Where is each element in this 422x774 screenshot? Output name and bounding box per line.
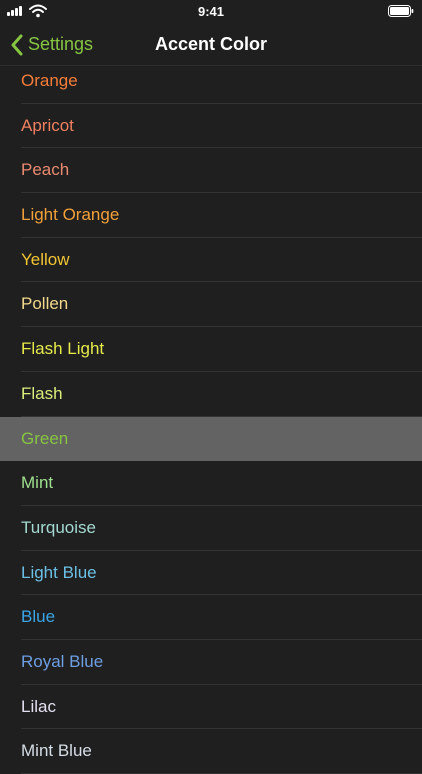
accent-option-row[interactable]: Apricot bbox=[0, 104, 422, 149]
accent-option-row[interactable]: Pollen bbox=[0, 282, 422, 327]
accent-option-row[interactable]: Flash bbox=[0, 372, 422, 417]
accent-option-label: Pollen bbox=[21, 294, 69, 314]
accent-option-label: Light Blue bbox=[21, 562, 97, 582]
chevron-left-icon bbox=[11, 34, 23, 55]
back-button-label: Settings bbox=[28, 34, 94, 54]
accent-option-label: Royal Blue bbox=[21, 651, 104, 671]
status-time: 9:41 bbox=[197, 4, 225, 19]
accent-option-label: Mint bbox=[21, 473, 54, 493]
status-bar: 9:41 bbox=[0, 0, 422, 24]
accent-option-row[interactable]: Light Orange bbox=[0, 193, 422, 238]
accent-option-row[interactable]: Orange bbox=[0, 59, 422, 104]
accent-option-label: Turquoise bbox=[21, 517, 96, 537]
accent-option-label: Blue bbox=[21, 607, 56, 627]
accent-option-row[interactable]: Royal Blue bbox=[0, 640, 422, 685]
accent-option-label: Orange bbox=[21, 71, 78, 90]
accent-option-row[interactable]: Flash Light bbox=[0, 327, 422, 372]
accent-option-row[interactable]: Lilac bbox=[0, 685, 422, 730]
accent-option-label: Green bbox=[21, 428, 69, 448]
accent-option-label: Peach bbox=[21, 160, 70, 180]
accent-option-row[interactable]: Mint bbox=[0, 461, 422, 506]
accent-option-row[interactable]: Yellow bbox=[0, 238, 422, 283]
accent-option-label: Mint Blue bbox=[21, 741, 92, 761]
accent-option-label: Flash Light bbox=[21, 339, 105, 359]
accent-option-label: Apricot bbox=[21, 115, 74, 135]
accent-option-row[interactable]: Blue bbox=[0, 595, 422, 640]
accent-option-row[interactable]: Green bbox=[0, 416, 422, 462]
accent-option-row[interactable]: Light Blue bbox=[0, 551, 422, 596]
accent-option-label: Flash bbox=[21, 383, 63, 403]
accent-option-row[interactable]: Turquoise bbox=[0, 506, 422, 551]
accent-option-label: Lilac bbox=[21, 696, 56, 716]
accent-option-row[interactable]: Peach bbox=[0, 148, 422, 193]
accent-color-list: Orange Apricot Peach Light Orange Yellow Poll… bbox=[0, 59, 422, 774]
accent-option-label: Light Orange bbox=[21, 205, 120, 225]
accent-option-label: Yellow bbox=[21, 249, 70, 269]
battery-icon bbox=[388, 5, 414, 17]
accent-option-row[interactable]: Mint Blue bbox=[0, 729, 422, 774]
